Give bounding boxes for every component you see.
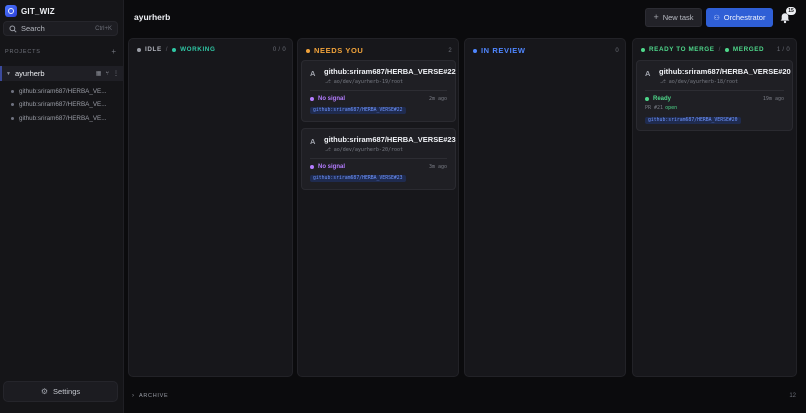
card-title: github:sriram687/HERBA_VERSE#23 (324, 135, 456, 144)
notification-badge: 15 (786, 7, 796, 15)
new-task-label: New task (662, 13, 694, 22)
column-idle-working: IDLE / WORKING 0 / 0 (128, 38, 293, 377)
column-label-secondary: MERGED (732, 46, 765, 53)
status-dot (137, 47, 141, 52)
add-project-icon[interactable]: + (111, 48, 116, 56)
column-header: IN REVIEW 0 (473, 46, 619, 55)
app-logo-icon (5, 5, 17, 17)
branch-icon[interactable]: ⑂ (105, 71, 109, 77)
archive-section[interactable]: › ARCHIVE 12 (128, 388, 800, 404)
settings-button[interactable]: ⚙ Settings (3, 381, 118, 402)
pr-status[interactable]: PR #21 open (645, 105, 677, 111)
column-header: IDLE / WORKING 0 / 0 (137, 46, 286, 53)
column-label: READY TO MERGE (649, 46, 715, 53)
page-title: ayurherb (134, 12, 171, 22)
topbar: ayurherb + New task ⚇ Orchestrator 15 (125, 0, 806, 36)
card-title: github:sriram687/HERBA_VERSE#22 (324, 67, 456, 76)
branch-label: github:sriram687/HERBA_VE... (19, 87, 107, 95)
orchestrator-icon: ⚇ (713, 14, 720, 22)
folder-icon: ⎇ (325, 79, 334, 85)
card-path: ⎇ ao/dev/ayurherb-20/root (325, 147, 404, 153)
projects-header: PROJECTS + (5, 48, 116, 56)
branch-label: github:sriram687/HERBA_VE... (19, 114, 107, 122)
column-count: 0 (615, 47, 619, 54)
settings-label: Settings (53, 387, 81, 396)
column-header: READY TO MERGE / MERGED 1 / 0 (641, 46, 790, 53)
card-timestamp: 2m ago (428, 96, 447, 102)
column-label: NEEDS YOU (314, 46, 364, 55)
column-count: 0 / 0 (272, 46, 286, 53)
agent-avatar: A (310, 69, 316, 78)
more-icon[interactable]: ⋮ (113, 71, 119, 77)
column-header: NEEDS YOU 2 (306, 46, 452, 55)
search-input[interactable]: Search Ctrl+K (3, 21, 118, 36)
divider (645, 90, 784, 91)
sidebar-branch-item[interactable]: github:sriram687/HERBA_VE... (11, 113, 119, 123)
status-dot (724, 47, 729, 52)
column-label-secondary: WORKING (180, 46, 216, 53)
branch-tag[interactable]: github:sriram687/HERBA_VERSE#23 (310, 175, 406, 182)
branch-label: github:sriram687/HERBA_VE... (19, 100, 107, 108)
brand[interactable]: GIT_WIZ (5, 4, 55, 18)
chevron-down-icon[interactable]: ▼ (6, 71, 12, 77)
status-dot (473, 48, 477, 53)
status-dot (11, 89, 14, 93)
column-count: 1 / 0 (776, 46, 790, 53)
status-dot (11, 102, 14, 106)
archive-count: 12 (789, 393, 796, 399)
column-label: IDLE (145, 46, 162, 53)
column-in-review: IN REVIEW 0 (464, 38, 626, 377)
divider (310, 90, 447, 91)
folder-icon: ⎇ (660, 79, 669, 85)
task-card[interactable]: A github:sriram687/HERBA_VERSE#22 ⎇ ao/d… (301, 60, 456, 122)
status-dot (306, 48, 310, 53)
card-title: github:sriram687/HERBA_VERSE#20 (659, 67, 791, 76)
branch-tag[interactable]: github:sriram687/HERBA_VERSE#20 (645, 117, 741, 124)
signal-status: Ready (645, 96, 671, 102)
orchestrator-button[interactable]: ⚇ Orchestrator (706, 8, 773, 27)
folder-icon: ⎇ (325, 147, 334, 153)
card-timestamp: 3m ago (428, 164, 447, 170)
divider (310, 158, 447, 159)
search-shortcut: Ctrl+K (95, 25, 112, 32)
agent-avatar: A (645, 69, 651, 78)
task-card[interactable]: A github:sriram687/HERBA_VERSE#23 ⎇ ao/d… (301, 128, 456, 190)
new-task-button[interactable]: + New task (645, 8, 702, 27)
sidebar-project-ayurherb[interactable]: ▼ ayurherb ▦ ⑂ ⋮ (0, 66, 123, 81)
column-ready-merged: READY TO MERGE / MERGED 1 / 0 A github:s… (632, 38, 797, 377)
orchestrator-label: Orchestrator (723, 13, 766, 22)
signal-status: No signal (310, 164, 345, 170)
sidebar: GIT_WIZ Search Ctrl+K PROJECTS + ▼ ayurh… (0, 0, 124, 413)
chevron-right-icon[interactable]: › (132, 393, 134, 399)
card-timestamp: 19m ago (762, 96, 784, 102)
plus-icon: + (653, 12, 659, 22)
task-card[interactable]: A github:sriram687/HERBA_VERSE#20 ⎇ ao/d… (636, 60, 793, 131)
column-count: 2 (448, 47, 452, 54)
gear-icon: ⚙ (40, 387, 49, 396)
card-path: ⎇ ao/dev/ayurherb-19/root (325, 79, 404, 85)
grid-icon[interactable]: ▦ (96, 71, 102, 77)
search-placeholder: Search (21, 24, 45, 33)
kanban-board: IDLE / WORKING 0 / 0 NEEDS YOU 2 A githu… (128, 38, 800, 377)
status-dot (172, 47, 177, 52)
app-name: GIT_WIZ (21, 6, 55, 16)
column-needs-you: NEEDS YOU 2 A github:sriram687/HERBA_VER… (297, 38, 459, 377)
status-dot (11, 116, 14, 120)
sidebar-branch-item[interactable]: github:sriram687/HERBA_VE... (11, 86, 119, 96)
archive-label: ARCHIVE (139, 393, 169, 399)
projects-label: PROJECTS (5, 49, 41, 55)
column-label: IN REVIEW (481, 46, 526, 55)
sidebar-branch-item[interactable]: github:sriram687/HERBA_VE... (11, 99, 119, 109)
branch-tag[interactable]: github:sriram687/HERBA_VERSE#22 (310, 107, 406, 114)
agent-avatar: A (310, 137, 316, 146)
signal-status: No signal (310, 96, 345, 102)
search-icon (9, 24, 17, 33)
card-path: ⎇ ao/dev/ayurherb-18/root (660, 79, 739, 85)
status-dot (641, 47, 645, 52)
project-name: ayurherb (15, 69, 45, 78)
